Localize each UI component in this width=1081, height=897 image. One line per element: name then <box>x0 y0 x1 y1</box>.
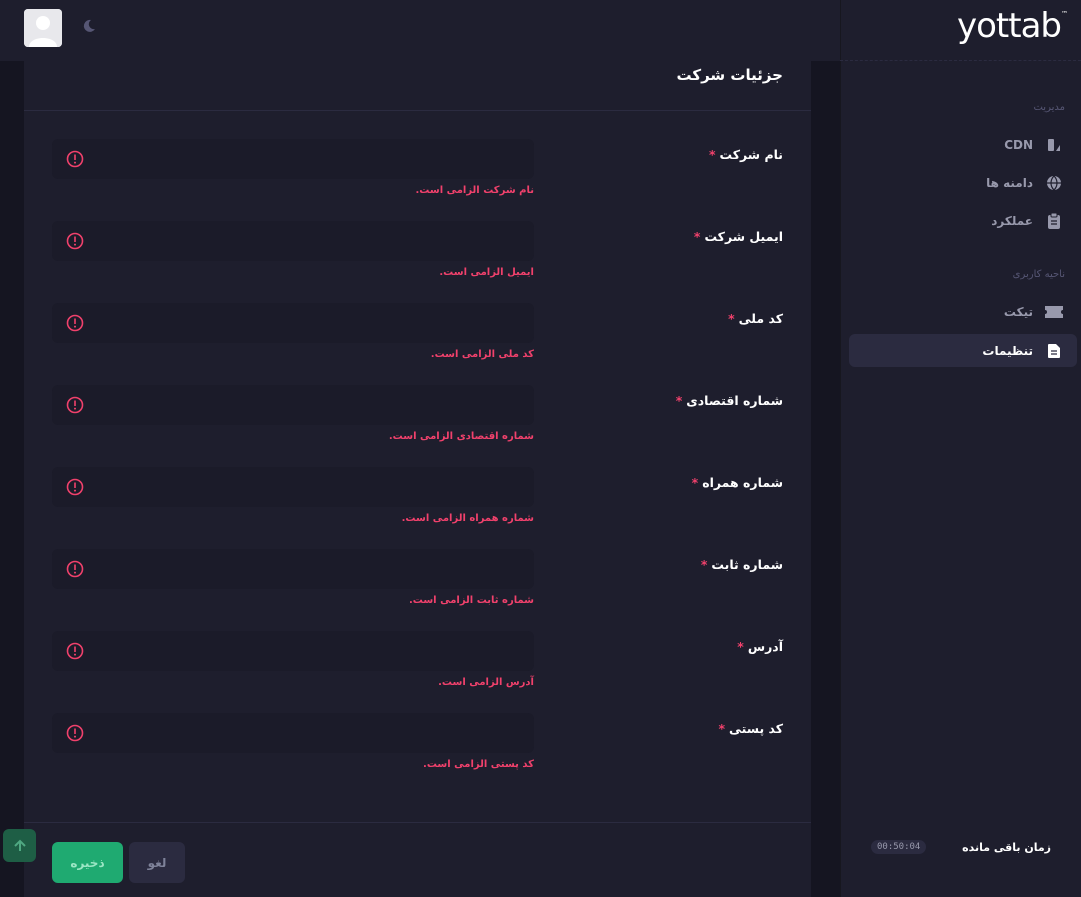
landline-number-input[interactable] <box>52 549 534 589</box>
sidebar: yottab™ مدیریت CDN دامنه ها عملکرد ناحیه… <box>840 0 1081 897</box>
field-label: شماره ثابت* <box>700 557 783 572</box>
error-icon <box>66 642 84 660</box>
field-address: آدرس* آدرس الزامی است. <box>24 631 811 713</box>
sidebar-item-label: دامنه ها <box>986 175 1033 190</box>
card-header: جزئیات شرکت <box>24 61 811 111</box>
field-postal-code: کد پستی* کد پستی الزامی است. <box>24 713 811 795</box>
sidebar-item-label: CDN <box>1004 137 1033 152</box>
avatar[interactable] <box>24 9 62 47</box>
field-label: کد پستی* <box>718 721 783 736</box>
brand-logo[interactable]: yottab™ <box>957 6 1068 46</box>
field-label: شماره همراه* <box>691 475 783 490</box>
sidebar-item-performance[interactable]: عملکرد <box>849 204 1077 237</box>
moon-icon <box>83 19 95 32</box>
field-error: شماره ثابت الزامی است. <box>408 595 534 606</box>
national-id-input[interactable] <box>52 303 534 343</box>
error-icon <box>66 314 84 332</box>
field-company-name: نام شرکت* نام شرکت الزامی است. <box>24 139 811 221</box>
save-button[interactable]: ذخیره <box>52 842 123 883</box>
section-label-management: مدیریت <box>1033 102 1065 113</box>
field-error: آدرس الزامی است. <box>438 677 534 688</box>
field-company-email: ایمیل شرکت* ایمیل الزامی است. <box>24 221 811 303</box>
postal-code-input[interactable] <box>52 713 534 753</box>
mobile-number-input[interactable] <box>52 467 534 507</box>
sidebar-item-settings[interactable]: تنظیمات <box>849 334 1077 367</box>
field-error: شماره همراه الزامی است. <box>401 513 534 524</box>
error-icon <box>66 396 84 414</box>
sidebar-divider <box>840 60 1081 61</box>
sidebar-item-cdn[interactable]: CDN <box>849 128 1077 161</box>
company-name-input[interactable] <box>52 139 534 179</box>
field-label: شماره اقتصادی* <box>675 393 783 408</box>
field-error: نام شرکت الزامی است. <box>415 185 534 196</box>
theme-toggle-button[interactable] <box>81 18 97 38</box>
sidebar-item-label: تیکت <box>1003 304 1033 319</box>
arrow-up-icon <box>13 839 26 851</box>
sidebar-item-domains[interactable]: دامنه ها <box>849 166 1077 199</box>
avatar-icon <box>24 9 62 47</box>
timer-label: زمان باقی مانده <box>962 840 1051 854</box>
timer-value: 00:50:04 <box>871 840 927 854</box>
sidebar-item-label: تنظیمات <box>982 343 1033 358</box>
field-label: ایمیل شرکت* <box>693 229 783 244</box>
sidebar-item-label: عملکرد <box>991 213 1033 228</box>
page-title: جزئیات شرکت <box>676 66 783 84</box>
field-error: ایمیل الزامی است. <box>439 267 534 278</box>
page-gutter <box>0 61 24 897</box>
ticket-icon <box>1045 303 1063 321</box>
content-gap <box>811 61 840 897</box>
field-national-id: کد ملی* کد ملی الزامی است. <box>24 303 811 385</box>
address-input[interactable] <box>52 631 534 671</box>
cdn-icon <box>1045 136 1063 154</box>
field-error: کد ملی الزامی است. <box>430 349 534 360</box>
error-icon <box>66 560 84 578</box>
error-icon <box>66 150 84 168</box>
document-icon <box>1045 342 1063 360</box>
error-icon <box>66 232 84 250</box>
field-economic-number: شماره اقتصادی* شماره اقتصادی الزامی است. <box>24 385 811 467</box>
company-email-input[interactable] <box>52 221 534 261</box>
scroll-to-top-button[interactable] <box>3 829 36 862</box>
session-timer: زمان باقی مانده 00:50:04 <box>871 840 1051 854</box>
field-label: کد ملی* <box>728 311 783 326</box>
company-details-card: جزئیات شرکت نام شرکت* نام شرکت الزامی اس… <box>24 61 811 897</box>
cancel-button[interactable]: لغو <box>129 842 185 883</box>
field-error: کد پستی الزامی است. <box>423 759 534 770</box>
field-label: آدرس* <box>737 639 783 654</box>
globe-icon <box>1045 174 1063 192</box>
field-landline-number: شماره ثابت* شماره ثابت الزامی است. <box>24 549 811 631</box>
error-icon <box>66 724 84 742</box>
sidebar-item-ticket[interactable]: تیکت <box>849 295 1077 328</box>
field-label: نام شرکت* <box>708 147 783 162</box>
field-error: شماره اقتصادی الزامی است. <box>388 431 534 442</box>
field-mobile-number: شماره همراه* شماره همراه الزامی است. <box>24 467 811 549</box>
economic-number-input[interactable] <box>52 385 534 425</box>
card-footer: ذخیره لغو <box>24 822 811 897</box>
error-icon <box>66 478 84 496</box>
clipboard-icon <box>1045 212 1063 230</box>
section-label-user-area: ناحیه کاربری <box>1012 269 1065 280</box>
